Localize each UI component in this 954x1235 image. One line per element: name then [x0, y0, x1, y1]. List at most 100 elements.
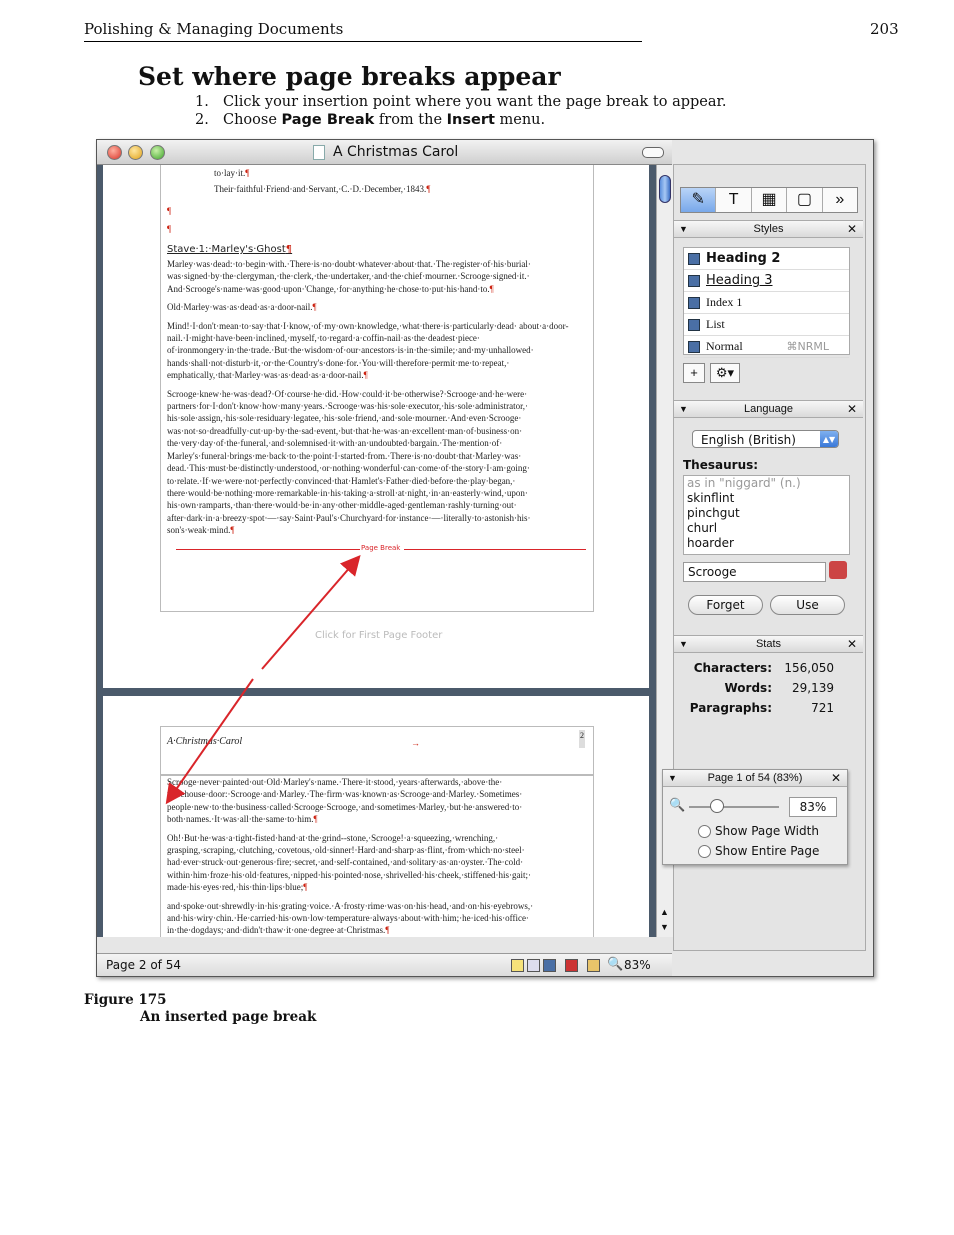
- running-title: Polishing & Managing Documents: [84, 20, 344, 38]
- section-heading: Set where page breaks appear: [138, 62, 561, 91]
- style-item-heading-3[interactable]: Heading 3: [684, 270, 849, 292]
- menu-item-name: Page Break: [281, 112, 375, 128]
- styles-list[interactable]: Heading 2 Heading 3 Index 1 List Normal ⌘…: [683, 247, 850, 358]
- tab-table[interactable]: ▦: [752, 188, 788, 212]
- style-icon: [688, 253, 700, 265]
- thesaurus-item: as in "niggard" (n.): [687, 476, 801, 490]
- tab-more[interactable]: »: [823, 188, 857, 212]
- tab-document[interactable]: ▢: [787, 188, 823, 212]
- figure-label: Figure 175: [84, 992, 167, 1008]
- step-text: from the: [374, 112, 447, 128]
- style-item-index-1[interactable]: Index 1: [684, 292, 849, 314]
- close-pane-icon[interactable]: ✕: [847, 401, 857, 417]
- style-icon: [688, 341, 700, 353]
- scroll-down-arrow-icon[interactable]: ▼: [660, 922, 669, 932]
- tab-text[interactable]: T: [716, 188, 752, 212]
- show-page-width-label[interactable]: Show Page Width: [715, 824, 819, 838]
- style-item-normal[interactable]: Normal ⌘NRML: [684, 336, 849, 358]
- zoom-panel-header[interactable]: ▼ Page 1 of 54 (83%) ✕: [663, 770, 847, 787]
- toolbar-toggle-button[interactable]: [642, 147, 664, 158]
- use-button[interactable]: Use: [770, 595, 845, 615]
- style-label: Heading 2: [706, 251, 781, 266]
- style-label: List: [706, 317, 725, 331]
- inspector-tabs: ✎ T ▦ ▢ »: [680, 187, 858, 213]
- collapse-triangle-icon[interactable]: ▼: [679, 221, 688, 237]
- thesaurus-item[interactable]: churl: [684, 521, 849, 536]
- layout-icon[interactable]: [511, 959, 524, 972]
- stat-words-value: 29,139: [792, 681, 834, 695]
- stats-icon[interactable]: [587, 959, 600, 972]
- page-number: 203: [870, 20, 899, 38]
- collapse-triangle-icon[interactable]: ▼: [679, 401, 688, 417]
- stat-paragraphs-label: Paragraphs:: [689, 701, 772, 715]
- style-actions-gear-button[interactable]: ⚙▾: [710, 363, 740, 383]
- callout-arrows: [165, 554, 361, 805]
- window-titlebar[interactable]: A Christmas Carol: [97, 140, 672, 165]
- style-item-heading-2[interactable]: Heading 2: [684, 248, 849, 270]
- thesaurus-list[interactable]: as in "niggard" (n.) skinflint pinchgut …: [683, 475, 850, 555]
- zoom-percent-input[interactable]: 83%: [789, 797, 837, 817]
- style-icon[interactable]: [543, 959, 556, 972]
- steps-list: 1. Click your insertion point where you w…: [195, 93, 726, 129]
- thesaurus-lookup-input[interactable]: Scrooge: [683, 562, 826, 582]
- zoom-slider-knob[interactable]: [710, 799, 724, 813]
- document-icon: [313, 145, 325, 160]
- show-entire-page-label[interactable]: Show Entire Page: [715, 844, 819, 858]
- status-zoom-value[interactable]: 83%: [624, 958, 651, 972]
- pane-title: Styles: [753, 223, 784, 235]
- language-selected: English (British): [701, 433, 796, 447]
- scroll-up-arrow-icon[interactable]: ▲: [660, 907, 669, 917]
- language-flag-icon[interactable]: [565, 959, 578, 972]
- close-pane-icon[interactable]: ✕: [831, 770, 841, 786]
- style-shortcut: ⌘NRML: [786, 340, 830, 353]
- style-item-list[interactable]: List: [684, 314, 849, 336]
- stat-characters-label: Characters:: [693, 661, 772, 675]
- style-label: Normal: [706, 339, 743, 353]
- step-1: 1. Click your insertion point where you w…: [195, 93, 726, 111]
- minimize-button[interactable]: [128, 145, 143, 160]
- figure-caption: An inserted page break: [140, 1009, 317, 1025]
- stat-characters-value: 156,050: [784, 661, 834, 675]
- style-label: Heading 3: [706, 273, 773, 288]
- stats-pane-header[interactable]: ▼ Stats ✕: [674, 635, 863, 653]
- forget-button[interactable]: Forget: [688, 595, 763, 615]
- magnifier-icon[interactable]: 🔍: [607, 956, 623, 972]
- thesaurus-item[interactable]: skinflint: [684, 491, 849, 506]
- arrow-to-page-break: [261, 554, 361, 670]
- stat-words-label: Words:: [724, 681, 772, 695]
- tab-tools[interactable]: ✎: [681, 188, 717, 212]
- stat-paragraphs-value: 721: [811, 701, 834, 715]
- arrow-to-insertion-point: [165, 678, 254, 805]
- collapse-triangle-icon[interactable]: ▼: [668, 770, 677, 786]
- running-header: Polishing & Managing Documents: [84, 20, 642, 42]
- status-page-indicator: Page 2 of 54: [106, 958, 181, 972]
- status-bar: Page 2 of 54 🔍 83%: [97, 953, 672, 976]
- thesaurus-item[interactable]: hoarder: [684, 536, 849, 551]
- document-area[interactable]: to·lay·it.¶ Their·faithful·Friend·and·Se…: [97, 165, 656, 937]
- thesaurus-item[interactable]: pinchgut: [684, 506, 849, 521]
- language-pane-header[interactable]: ▼ Language ✕: [674, 400, 863, 418]
- close-pane-icon[interactable]: ✕: [847, 221, 857, 237]
- scrollbar-thumb[interactable]: [659, 175, 671, 203]
- step-text: menu.: [494, 112, 546, 128]
- style-icon: [688, 275, 700, 287]
- styles-pane-header[interactable]: ▼ Styles ✕: [674, 220, 863, 238]
- zoom-button[interactable]: [150, 145, 165, 160]
- style-icon: [688, 319, 700, 331]
- language-select[interactable]: English (British) ▲▼: [692, 430, 839, 448]
- close-pane-icon[interactable]: ✕: [847, 636, 857, 652]
- collapse-triangle-icon[interactable]: ▼: [679, 636, 688, 652]
- zoom-slider-track[interactable]: [689, 806, 779, 808]
- step-number: 1.: [195, 94, 209, 110]
- step-text: Click your insertion point where you wan…: [223, 94, 727, 110]
- show-page-width-radio[interactable]: [698, 825, 711, 838]
- close-button[interactable]: [107, 145, 122, 160]
- ruler-icon[interactable]: [527, 959, 540, 972]
- chevron-updown-icon: ▲▼: [820, 431, 838, 447]
- step-2: 2. Choose Page Break from the Insert menu…: [195, 111, 726, 129]
- magnifier-icon: 🔍: [669, 797, 686, 812]
- show-entire-page-radio[interactable]: [698, 845, 711, 858]
- lookup-book-icon[interactable]: [829, 561, 847, 579]
- style-label: Index 1: [706, 295, 743, 309]
- add-style-button[interactable]: +: [683, 363, 705, 383]
